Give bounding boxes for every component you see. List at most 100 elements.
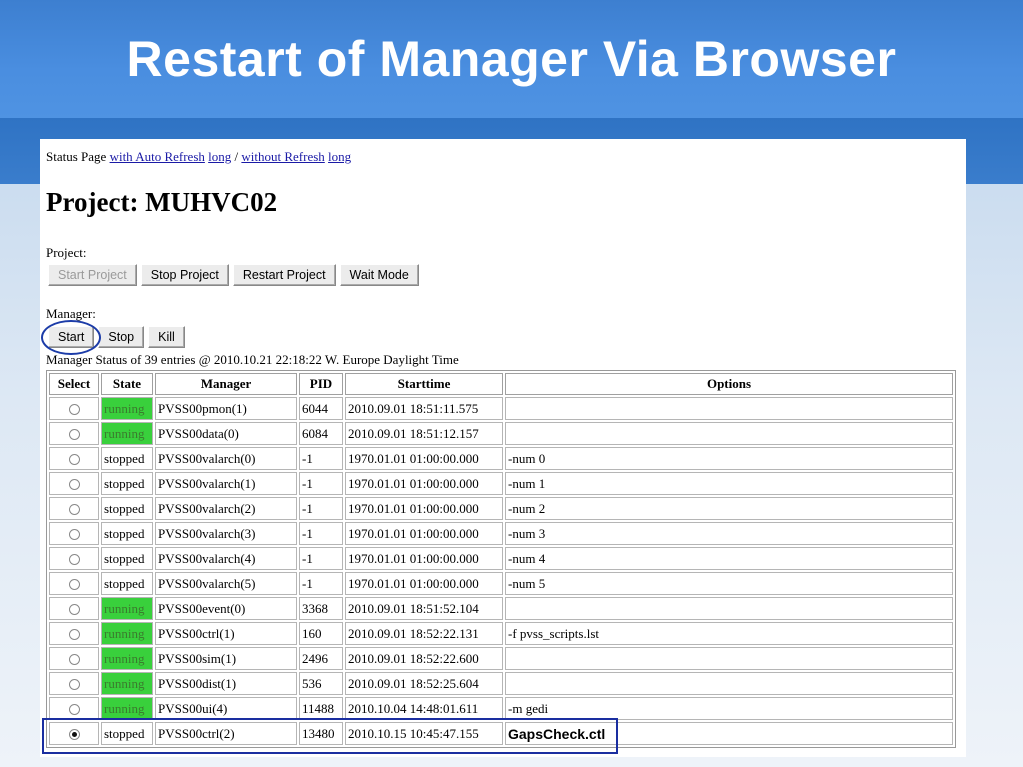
starttime-cell: 2010.09.01 18:52:22.131 — [345, 622, 503, 645]
state-cell: running — [101, 622, 153, 645]
pid-cell: -1 — [299, 472, 343, 495]
kill-manager-button[interactable]: Kill — [148, 326, 185, 348]
select-radio[interactable] — [68, 654, 80, 666]
options-cell: -num 5 — [505, 572, 953, 595]
pid-cell: 3368 — [299, 597, 343, 620]
select-cell — [49, 722, 99, 745]
options-cell — [505, 597, 953, 620]
pid-cell: 6044 — [299, 397, 343, 420]
select-radio[interactable] — [68, 404, 80, 416]
select-cell — [49, 647, 99, 670]
starttime-cell: 1970.01.01 01:00:00.000 — [345, 522, 503, 545]
select-cell — [49, 572, 99, 595]
long-link-1[interactable]: long — [208, 149, 231, 164]
header-select: Select — [49, 373, 99, 395]
manager-cell: PVSS00valarch(3) — [155, 522, 297, 545]
table-row: stopped PVSS00valarch(5) -1 1970.01.01 01:0… — [49, 572, 953, 595]
table-row: running PVSS00data(0) 6084 2010.09.01 18:51… — [49, 422, 953, 445]
select-radio[interactable] — [68, 629, 80, 641]
pid-cell: -1 — [299, 572, 343, 595]
link-separator: / — [234, 149, 239, 164]
select-radio[interactable] — [68, 604, 80, 616]
restart-project-button[interactable]: Restart Project — [232, 264, 336, 286]
status-prefix: Status Page — [46, 149, 107, 164]
manager-cell: PVSS00valarch(5) — [155, 572, 297, 595]
project-label: Project: — [46, 245, 87, 260]
select-cell — [49, 547, 99, 570]
manager-cell: PVSS00valarch(2) — [155, 497, 297, 520]
state-cell: stopped — [101, 547, 153, 570]
without-refresh-link[interactable]: without Refresh — [241, 149, 324, 164]
options-cell: -num 1 — [505, 472, 953, 495]
state-cell: running — [101, 397, 153, 420]
select-radio[interactable] — [68, 729, 80, 741]
options-cell — [505, 647, 953, 670]
options-cell: -num 4 — [505, 547, 953, 570]
pid-cell: 536 — [299, 672, 343, 695]
options-cell — [505, 397, 953, 420]
options-cell: GapsCheck.ctl — [505, 722, 953, 745]
select-radio[interactable] — [68, 579, 80, 591]
pid-cell: 11488 — [299, 697, 343, 720]
table-row: stopped PVSS00valarch(2) -1 1970.01.01 01:0… — [49, 497, 953, 520]
table-row: stopped PVSS00valarch(1) -1 1970.01.01 01:0… — [49, 472, 953, 495]
select-radio[interactable] — [68, 679, 80, 691]
starttime-cell: 2010.09.01 18:51:11.575 — [345, 397, 503, 420]
manager-cell: PVSS00ctrl(2) — [155, 722, 297, 745]
pid-cell: -1 — [299, 447, 343, 470]
stop-project-button[interactable]: Stop Project — [140, 264, 229, 286]
select-radio[interactable] — [68, 454, 80, 466]
table-row: running PVSS00event(0) 3368 2010.09.01 18:5… — [49, 597, 953, 620]
table-row: stopped PVSS00valarch(4) -1 1970.01.01 01:0… — [49, 547, 953, 570]
manager-cell: PVSS00ui(4) — [155, 697, 297, 720]
options-cell: -f pvss_scripts.lst — [505, 622, 953, 645]
state-cell: running — [101, 672, 153, 695]
slide-title-bar: Restart of Manager Via Browser — [0, 0, 1023, 118]
select-cell — [49, 622, 99, 645]
state-cell: stopped — [101, 522, 153, 545]
starttime-cell: 1970.01.01 01:00:00.000 — [345, 572, 503, 595]
pid-cell: 2496 — [299, 647, 343, 670]
pid-cell: -1 — [299, 522, 343, 545]
starttime-cell: 2010.09.01 18:52:25.604 — [345, 672, 503, 695]
select-cell — [49, 497, 99, 520]
starttime-cell: 1970.01.01 01:00:00.000 — [345, 497, 503, 520]
manager-cell: PVSS00valarch(1) — [155, 472, 297, 495]
state-cell: stopped — [101, 722, 153, 745]
options-cell — [505, 422, 953, 445]
select-radio[interactable] — [68, 529, 80, 541]
project-heading: Project: MUHVC02 — [46, 187, 278, 217]
table-header-row: Select State Manager PID Starttime Optio… — [49, 373, 953, 395]
options-cell: -num 3 — [505, 522, 953, 545]
manager-cell: PVSS00valarch(0) — [155, 447, 297, 470]
select-radio[interactable] — [68, 479, 80, 491]
starttime-cell: 1970.01.01 01:00:00.000 — [345, 447, 503, 470]
header-manager: Manager — [155, 373, 297, 395]
start-manager-button[interactable]: Start — [48, 326, 95, 348]
header-options: Options — [505, 373, 953, 395]
manager-buttons: Start Stop Kill — [48, 326, 185, 348]
select-radio[interactable] — [68, 504, 80, 516]
select-radio[interactable] — [68, 429, 80, 441]
status-line: Status Page with Auto Refresh long / wit… — [46, 149, 351, 165]
table-row: stopped PVSS00ctrl(2) 13480 2010.10.15 10:4… — [49, 722, 953, 745]
manager-status-text: Manager Status of 39 entries @ 2010.10.2… — [46, 352, 459, 367]
state-cell: running — [101, 597, 153, 620]
auto-refresh-link[interactable]: with Auto Refresh — [110, 149, 205, 164]
options-cell: -num 2 — [505, 497, 953, 520]
state-cell: stopped — [101, 447, 153, 470]
long-link-2[interactable]: long — [328, 149, 351, 164]
pid-cell: 160 — [299, 622, 343, 645]
state-cell: stopped — [101, 472, 153, 495]
select-radio[interactable] — [68, 704, 80, 716]
pid-cell: -1 — [299, 547, 343, 570]
wait-mode-button[interactable]: Wait Mode — [339, 264, 419, 286]
stop-manager-button[interactable]: Stop — [98, 326, 145, 348]
select-radio[interactable] — [68, 554, 80, 566]
table-row: stopped PVSS00valarch(3) -1 1970.01.01 01:0… — [49, 522, 953, 545]
starttime-cell: 2010.09.01 18:52:22.600 — [345, 647, 503, 670]
start-project-button[interactable]: Start Project — [48, 264, 137, 286]
select-cell — [49, 522, 99, 545]
select-cell — [49, 397, 99, 420]
table-row: running PVSS00dist(1) 536 2010.09.01 18:52:… — [49, 672, 953, 695]
